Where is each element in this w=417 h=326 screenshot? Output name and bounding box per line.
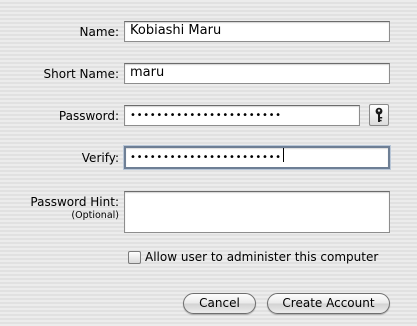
name-field[interactable]: Kobiashi Maru [124,21,390,42]
text-caret [282,148,284,162]
short-name-field[interactable]: maru [124,63,390,84]
short-name-label: Short Name: [43,67,119,81]
admin-checkbox[interactable] [128,251,141,264]
password-field[interactable]: ••••••••••••••••••••••• [124,105,360,126]
password-label: Password: [58,109,119,123]
password-hint-field[interactable] [124,191,390,233]
verify-field[interactable]: ••••••••••••••••••••••• [124,146,390,169]
name-label: Name: [79,25,119,39]
password-masked-value: ••••••••••••••••••••••• [130,110,282,121]
password-hint-label: Password Hint: [30,195,119,209]
password-hint-optional-label: (Optional) [71,210,119,221]
cancel-button[interactable]: Cancel [183,293,256,314]
admin-checkbox-label[interactable]: Allow user to administer this computer [145,250,378,264]
create-account-button[interactable]: Create Account [267,293,390,314]
key-icon [375,107,383,122]
password-assistant-button[interactable] [369,104,389,126]
verify-masked-value: ••••••••••••••••••••••• [130,152,282,163]
verify-label: Verify: [81,151,119,165]
